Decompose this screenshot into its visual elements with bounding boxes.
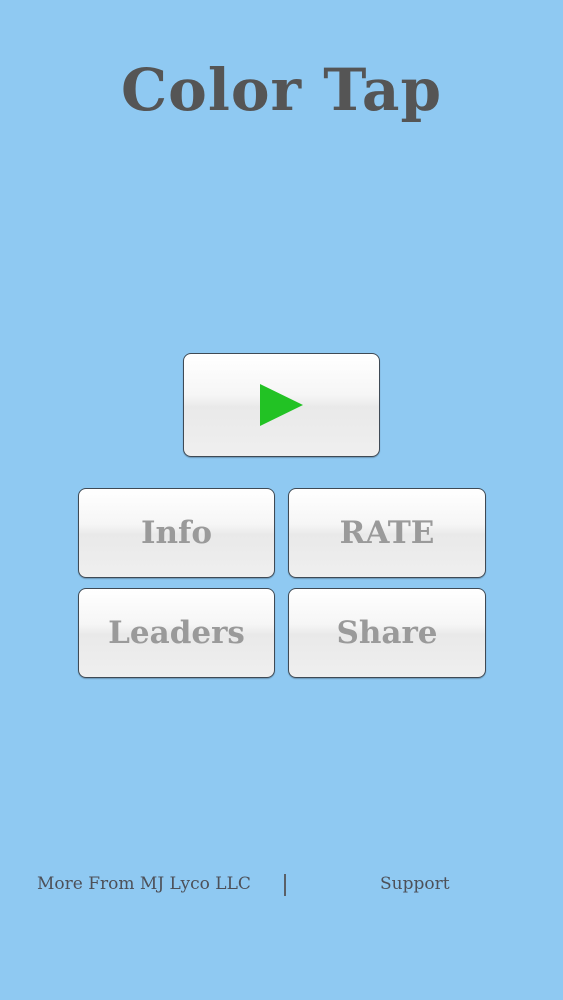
leaders-button[interactable]: Leaders <box>78 588 275 678</box>
rate-button[interactable]: RATE <box>288 488 486 578</box>
footer-divider <box>284 874 286 896</box>
play-icon <box>260 384 303 426</box>
play-button[interactable] <box>183 353 380 457</box>
support-link[interactable]: Support <box>380 874 450 894</box>
app-title: Color Tap <box>120 56 443 124</box>
share-button[interactable]: Share <box>288 588 486 678</box>
info-button[interactable]: Info <box>78 488 275 578</box>
more-apps-link[interactable]: More From MJ Lyco LLC <box>37 874 251 894</box>
